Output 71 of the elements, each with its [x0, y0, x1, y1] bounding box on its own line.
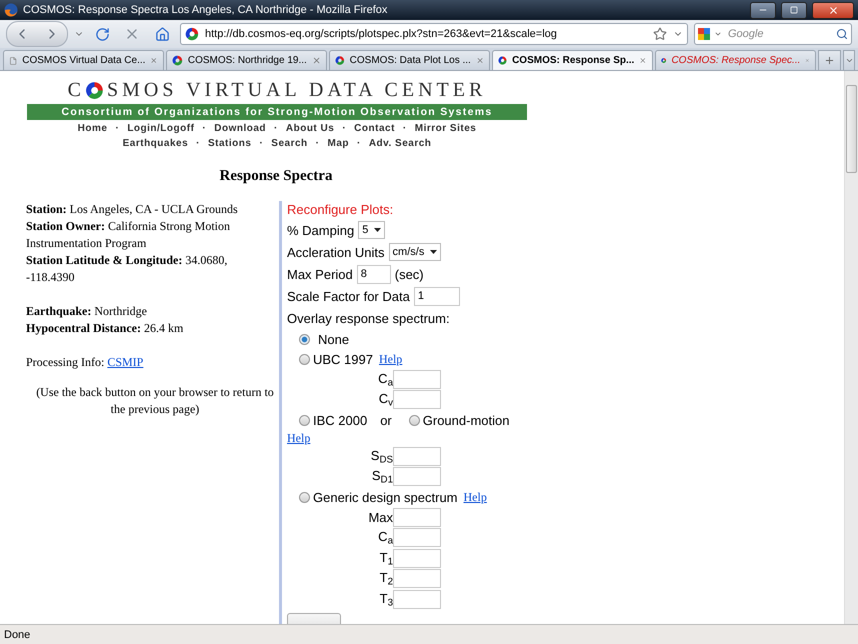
nav-link[interactable]: About Us	[286, 122, 334, 135]
parameter-label: S$_{D1}$	[370, 468, 393, 486]
nav-link[interactable]: Search	[271, 137, 308, 150]
url-text: http://db.cosmos-eq.org/scripts/plotspec.plx?stn=263&evt=21&scale=log	[205, 28, 558, 40]
separator-dot: ·	[259, 137, 264, 150]
browser-tab[interactable]: COSMOS: Response Spec...	[655, 50, 816, 70]
option-label: UBC 1997	[313, 352, 373, 366]
nav-link[interactable]: Login/Logoff	[127, 122, 194, 135]
separator-dot: ·	[274, 122, 278, 135]
logo-text: SMOS VIRTUAL DATA CENTER	[107, 78, 486, 102]
or-label: or	[380, 412, 392, 428]
info-line: Hypocentral Distance: 26.4 km	[26, 320, 184, 337]
parameter-label: T$_{2}$	[378, 570, 393, 588]
parameter-label: T$_{3}$	[378, 590, 393, 608]
csmip-link[interactable]: CSMIP	[107, 355, 144, 369]
field-label: Accleration Units	[287, 244, 385, 260]
processing-info: Processing Info: CSMIP	[26, 354, 144, 371]
separator-dot: ·	[316, 137, 320, 150]
nav-link[interactable]: Download	[214, 122, 266, 135]
separator-dot: ·	[402, 122, 407, 135]
page-heading: Response Spectra	[218, 168, 334, 185]
banner: Consortium of Organizations for Strong-Motion Observation Systems	[27, 104, 527, 120]
input-field[interactable]: 1	[414, 286, 460, 306]
select-field[interactable]: cm/s/s	[388, 243, 442, 261]
option-label: None	[318, 332, 350, 346]
search-bar[interactable]: Google	[694, 23, 852, 45]
help-link[interactable]: Help	[378, 352, 402, 366]
browser-tab[interactable]: COSMOS: Northridge 19...	[166, 50, 327, 70]
window-title: COSMOS: Response Spectra Los Angeles, CA Northridge - Mozilla Firefox	[23, 4, 388, 16]
option-label: IBC 2000	[313, 412, 368, 428]
input-field[interactable]: 8	[356, 264, 391, 284]
address-field[interactable]: http://db.cosmos-eq.org/scripts/plotspec.plx?stn=263&evt=21&scale=log	[180, 23, 688, 45]
nav-link[interactable]: Home	[78, 122, 108, 135]
parameter-label: T$_{1}$	[378, 550, 393, 567]
info-line: Station Owner: California Strong Motion Instrumentation Program	[26, 218, 231, 252]
parameter-label: C$_{a}$	[377, 529, 393, 546]
option-label: Generic design spectrum	[313, 490, 458, 504]
back-note: (Use the back button on your browser to return to the previous page)	[35, 384, 275, 418]
field-label: Max Period	[287, 266, 353, 282]
help-link[interactable]: Help	[287, 431, 310, 445]
separator-dot: ·	[342, 122, 346, 135]
browser-tab[interactable]: COSMOS: Data Plot Los ...	[329, 50, 490, 70]
overlay-label: Overlay response spectrum:	[287, 310, 450, 326]
separator-dot: ·	[115, 122, 120, 135]
info-line: Station Latitude & Longitude: 34.0680, -118.4390	[26, 252, 228, 286]
nav-link[interactable]: Mirror Sites	[414, 122, 476, 135]
form-title: Reconfigure Plots:	[287, 201, 394, 219]
info-line: Station: Los Angeles, CA - UCLA Grounds	[26, 201, 239, 218]
status-text: Done	[4, 628, 32, 640]
logo-text: C	[68, 78, 85, 102]
parameter-label: Max	[367, 510, 393, 525]
nav-link[interactable]: Earthquakes	[122, 137, 188, 150]
browser-tab[interactable]: COSMOS: Response Sp...	[492, 50, 653, 70]
info-line: Earthquake: Northridge	[26, 303, 148, 320]
unit-label: (sec)	[394, 266, 424, 282]
field-label: % Damping	[287, 222, 354, 238]
separator-dot: ·	[202, 122, 206, 135]
nav-link[interactable]: Contact	[354, 122, 395, 135]
nav-link[interactable]: Adv. Search	[368, 137, 432, 150]
nav-link[interactable]: Stations	[208, 137, 252, 150]
separator-dot: ·	[356, 137, 361, 150]
option-label: Ground-motion	[422, 412, 510, 428]
field-label: Scale Factor for Data	[287, 288, 410, 304]
select-field[interactable]: 5	[358, 221, 386, 239]
parameter-label: C$_{a}$	[377, 370, 393, 388]
parameter-label: S$_{DS}$	[370, 448, 393, 465]
nav-link[interactable]: Map	[327, 137, 349, 150]
help-link[interactable]: Help	[464, 490, 487, 504]
parameter-label: C$_{v}$	[378, 391, 393, 408]
browser-tab[interactable]: COSMOS Virtual Data Ce...	[3, 50, 164, 70]
separator-dot: ·	[196, 137, 200, 150]
